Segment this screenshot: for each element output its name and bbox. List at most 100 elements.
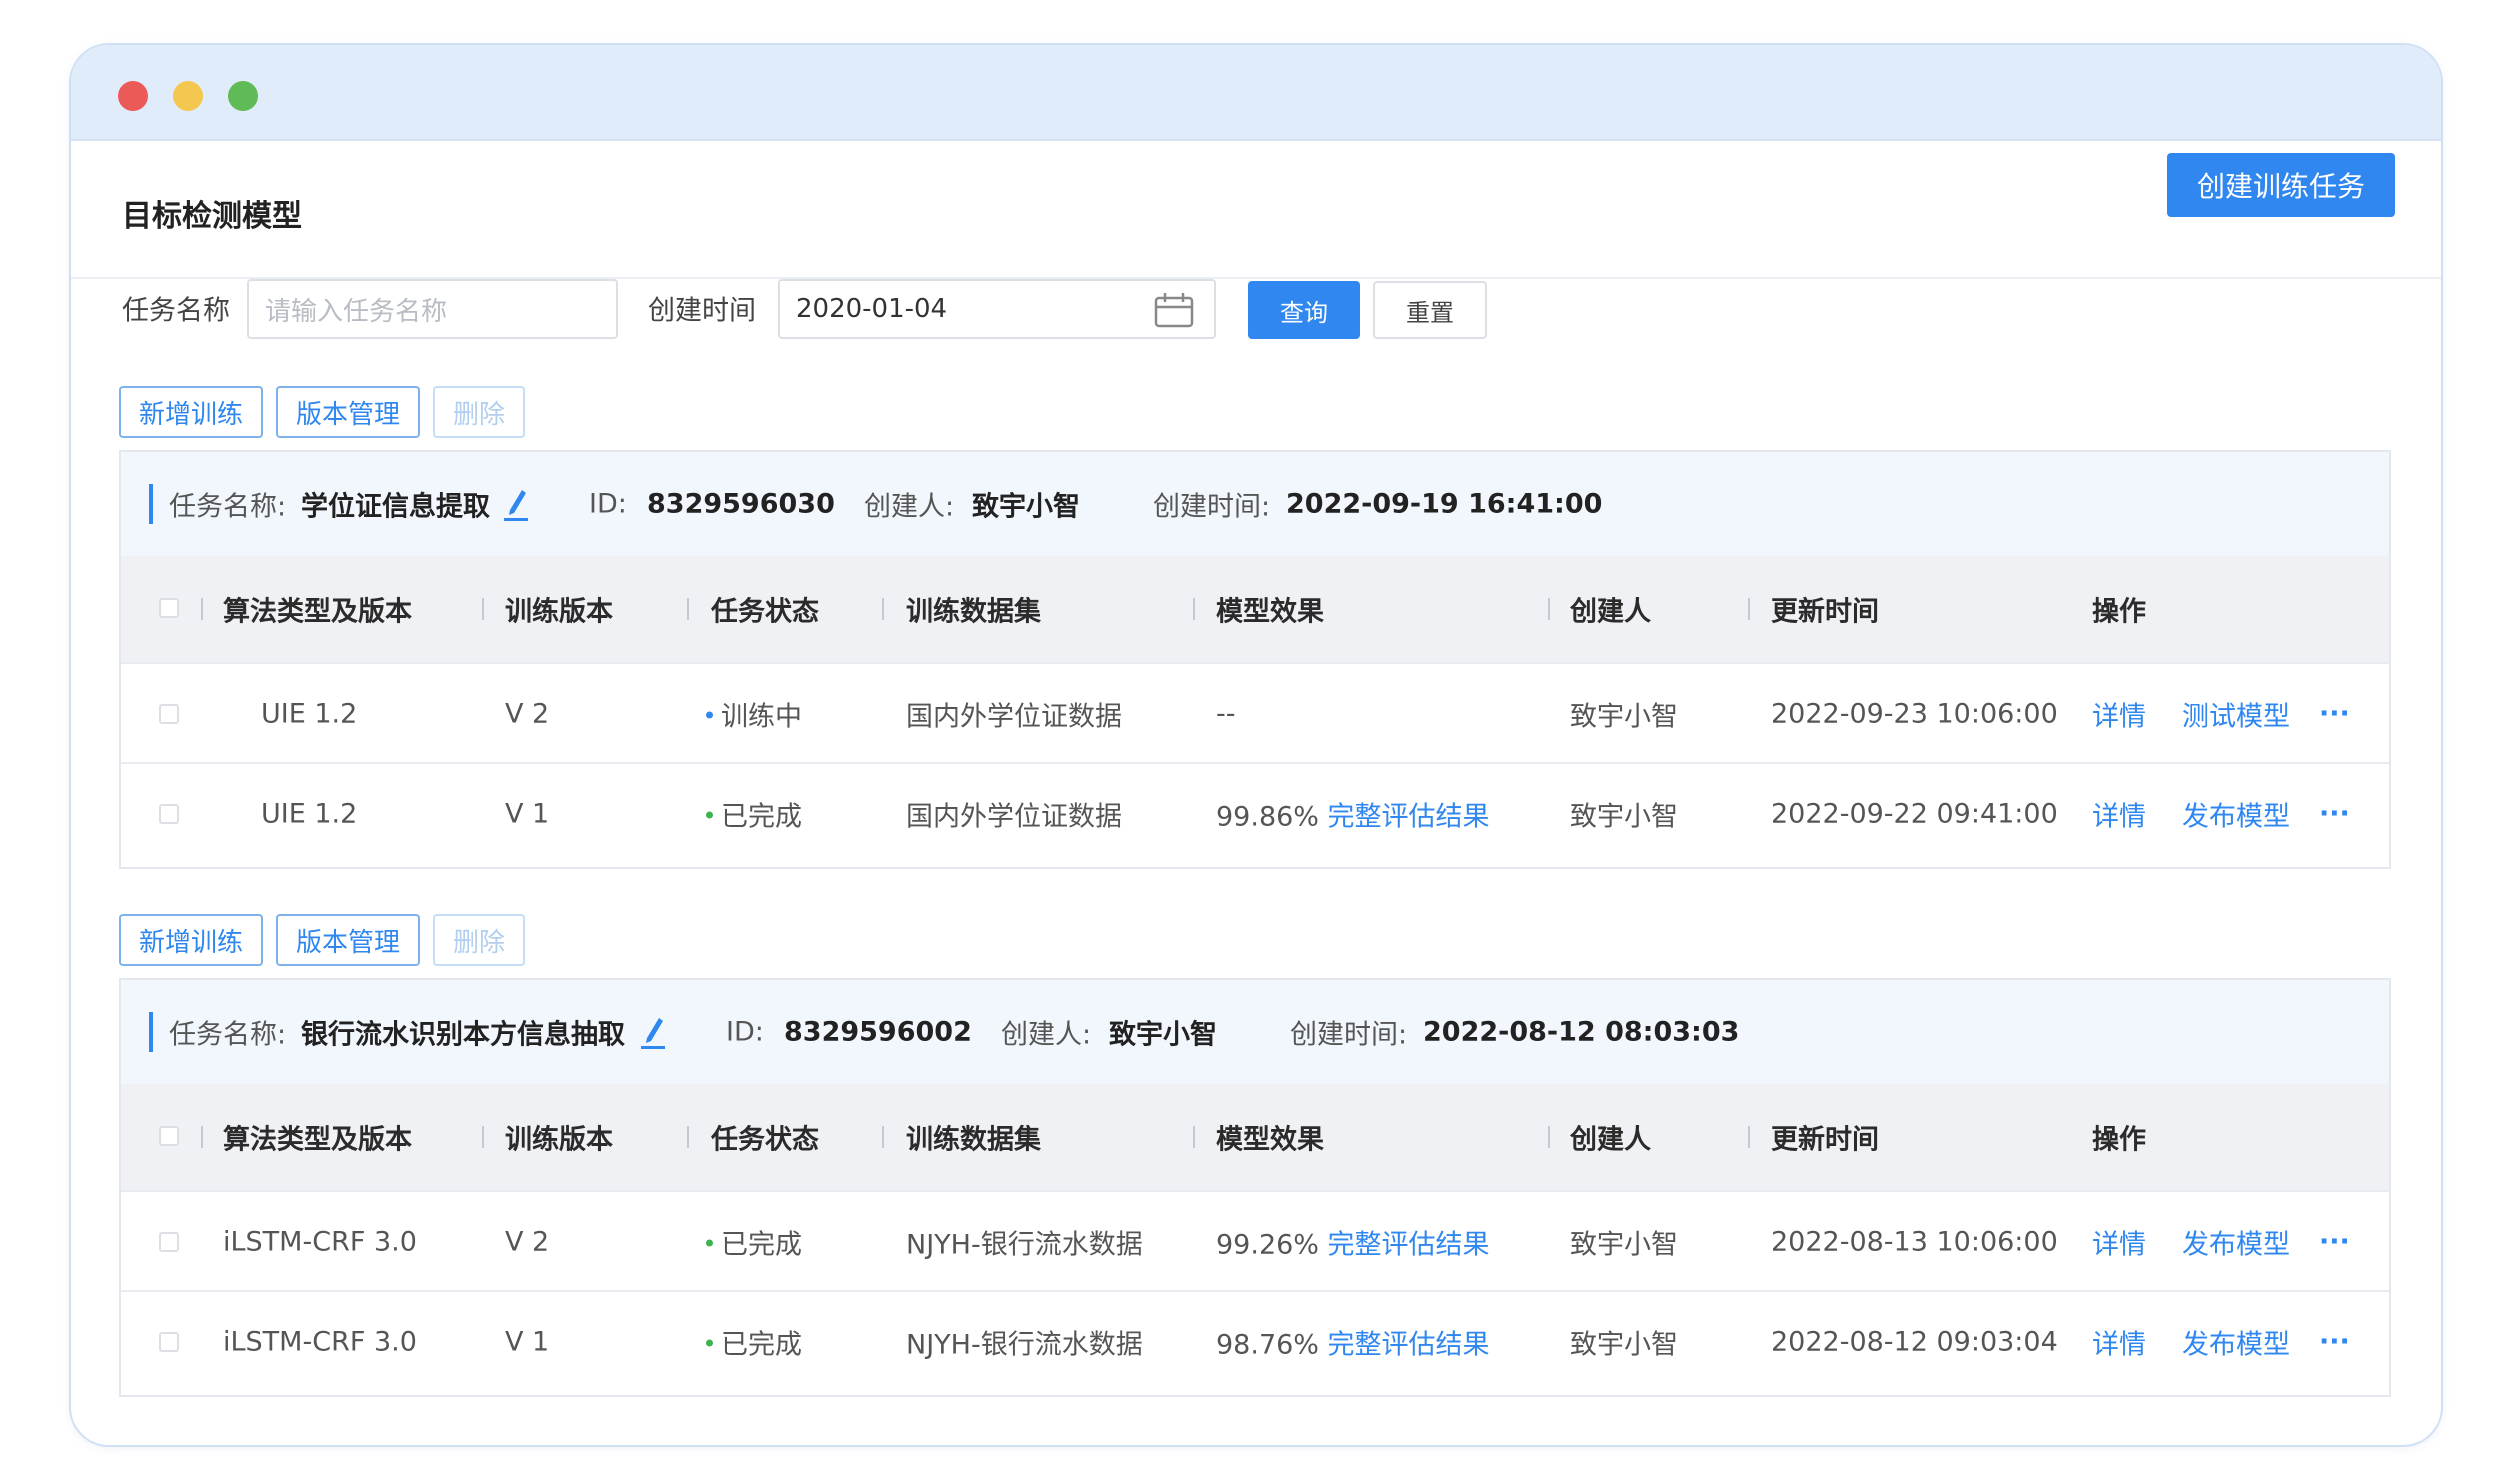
table-row: UIE 1.2 V 1 已完成 国内外学位证数据 99.86% 完整评估结果 致…: [121, 762, 2389, 864]
create-training-task-button[interactable]: 创建训练任务: [2167, 153, 2395, 217]
accent-bar: [149, 484, 153, 524]
more-actions-icon[interactable]: ···: [2319, 699, 2350, 730]
calendar-icon[interactable]: [1154, 292, 1194, 335]
cell-effect: 99.26% 完整评估结果: [1216, 1223, 1490, 1262]
column-separator: [882, 1126, 884, 1148]
full-evaluation-link[interactable]: 完整评估结果: [1328, 802, 1490, 833]
row-checkbox[interactable]: [159, 1332, 179, 1352]
task-group: 任务名称: 学位证信息提取 ID: 8329596030 创建人: 致宇小智 创…: [119, 450, 2391, 869]
query-button[interactable]: 查询: [1248, 281, 1360, 339]
version-manage-button[interactable]: 版本管理: [276, 914, 420, 966]
delete-button[interactable]: 删除: [433, 914, 525, 966]
column-separator: [687, 1126, 689, 1148]
status-done-dot: [706, 1339, 713, 1347]
column-separator: [882, 598, 884, 620]
more-actions-icon[interactable]: ···: [2319, 1227, 2350, 1258]
cell-version: V 1: [505, 798, 550, 830]
created-time-key: 创建时间:: [1153, 491, 1271, 523]
column-separator: [201, 598, 203, 620]
publish-model-link[interactable]: 发布模型: [2182, 1323, 2290, 1362]
task-group: 任务名称: 银行流水识别本方信息抽取 ID: 8329596002 创建人: 致…: [119, 978, 2391, 1397]
column-separator: [1193, 1126, 1195, 1148]
publish-model-link[interactable]: 发布模型: [2182, 795, 2290, 834]
creator-key: 创建人:: [1001, 1019, 1092, 1051]
row-checkbox[interactable]: [159, 804, 179, 824]
accent-bar: [149, 1012, 153, 1052]
task-info-bar: 任务名称: 银行流水识别本方信息抽取 ID: 8329596002 创建人: 致…: [121, 980, 2389, 1084]
effect-value: 99.26%: [1216, 1229, 1319, 1261]
page-header: 目标检测模型 创建训练任务: [71, 141, 2441, 279]
task-name-input[interactable]: 请输入任务名称: [247, 279, 618, 339]
edit-icon[interactable]: [504, 484, 528, 528]
version-manage-button[interactable]: 版本管理: [276, 386, 420, 438]
details-link[interactable]: 详情: [2092, 695, 2146, 734]
more-actions-icon[interactable]: ···: [2319, 799, 2350, 830]
column-separator: [482, 1126, 484, 1148]
status-done-dot: [706, 1239, 713, 1247]
creator-key: 创建人:: [864, 491, 955, 523]
cell-effect: --: [1216, 698, 1236, 730]
details-link[interactable]: 详情: [2092, 1223, 2146, 1262]
row-checkbox[interactable]: [159, 1232, 179, 1252]
maximize-window-button[interactable]: [228, 81, 258, 111]
page-title: 目标检测模型: [122, 199, 302, 234]
header-effect: 模型效果: [1216, 1124, 1324, 1156]
cell-effect: 99.86% 完整评估结果: [1216, 795, 1490, 834]
cell-effect: 98.76% 完整评估结果: [1216, 1323, 1490, 1362]
add-training-button[interactable]: 新增训练: [119, 386, 263, 438]
title-bar: [71, 45, 2441, 141]
full-evaluation-link[interactable]: 完整评估结果: [1328, 1230, 1490, 1261]
full-evaluation-link[interactable]: 完整评估结果: [1328, 1330, 1490, 1361]
header-version: 训练版本: [505, 596, 613, 628]
delete-button[interactable]: 删除: [433, 386, 525, 438]
cell-status: 已完成: [706, 1323, 802, 1362]
reset-button[interactable]: 重置: [1373, 281, 1487, 339]
task-id-key: ID:: [589, 488, 627, 520]
more-actions-icon[interactable]: ···: [2319, 1327, 2350, 1358]
test-model-link[interactable]: 测试模型: [2182, 695, 2290, 734]
cell-algorithm: UIE 1.2: [261, 798, 358, 830]
task-id-value: 8329596002: [784, 1016, 972, 1048]
header-status: 任务状态: [711, 596, 819, 628]
cell-dataset: NJYH-银行流水数据: [906, 1329, 1143, 1361]
cell-algorithm: iLSTM-CRF 3.0: [223, 1226, 417, 1258]
cell-dataset: 国内外学位证数据: [906, 701, 1122, 733]
publish-model-link[interactable]: 发布模型: [2182, 1223, 2290, 1262]
header-algorithm: 算法类型及版本: [223, 596, 412, 628]
header-creator: 创建人: [1570, 1124, 1651, 1156]
creator-value: 致宇小智: [1109, 1019, 1217, 1051]
created-time-value: 2022-08-12 08:03:03: [1423, 1016, 1740, 1048]
edit-icon[interactable]: [641, 1012, 665, 1056]
add-training-button[interactable]: 新增训练: [119, 914, 263, 966]
header-dataset: 训练数据集: [906, 596, 1041, 628]
table-row: UIE 1.2 V 2 训练中 国内外学位证数据 -- 致宇小智 2022-09…: [121, 662, 2389, 764]
status-text: 已完成: [721, 1229, 802, 1261]
select-all-checkbox[interactable]: [159, 598, 179, 618]
close-window-button[interactable]: [118, 81, 148, 111]
header-effect: 模型效果: [1216, 596, 1324, 628]
row-checkbox[interactable]: [159, 704, 179, 724]
details-link[interactable]: 详情: [2092, 795, 2146, 834]
status-done-dot: [706, 811, 713, 819]
task-name-placeholder: 请输入任务名称: [265, 296, 448, 327]
effect-value: 98.76%: [1216, 1329, 1319, 1361]
minimize-window-button[interactable]: [173, 81, 203, 111]
created-time-value: 2022-09-19 16:41:00: [1286, 488, 1603, 520]
details-link[interactable]: 详情: [2092, 1323, 2146, 1362]
app-window: 目标检测模型 创建训练任务 任务名称 请输入任务名称 创建时间 2020-01-…: [69, 43, 2443, 1447]
header-algorithm: 算法类型及版本: [223, 1124, 412, 1156]
header-ops: 操作: [2092, 596, 2146, 628]
header-updated: 更新时间: [1771, 596, 1879, 628]
table-header: 算法类型及版本 训练版本 任务状态 训练数据集 模型效果 创建人 更新时间 操作: [121, 556, 2389, 662]
cell-dataset: NJYH-银行流水数据: [906, 1229, 1143, 1261]
cell-updated: 2022-09-23 10:06:00: [1771, 698, 2058, 730]
cell-algorithm: UIE 1.2: [261, 698, 358, 730]
status-text: 已完成: [721, 801, 802, 833]
created-time-date-picker[interactable]: 2020-01-04: [778, 279, 1216, 339]
cell-updated: 2022-09-22 09:41:00: [1771, 798, 2058, 830]
select-all-checkbox[interactable]: [159, 1126, 179, 1146]
table-row: iLSTM-CRF 3.0 V 1 已完成 NJYH-银行流水数据 98.76%…: [121, 1290, 2389, 1392]
status-text: 已完成: [721, 1329, 802, 1361]
cell-version: V 2: [505, 1226, 550, 1258]
task-info-bar: 任务名称: 学位证信息提取 ID: 8329596030 创建人: 致宇小智 创…: [121, 452, 2389, 556]
